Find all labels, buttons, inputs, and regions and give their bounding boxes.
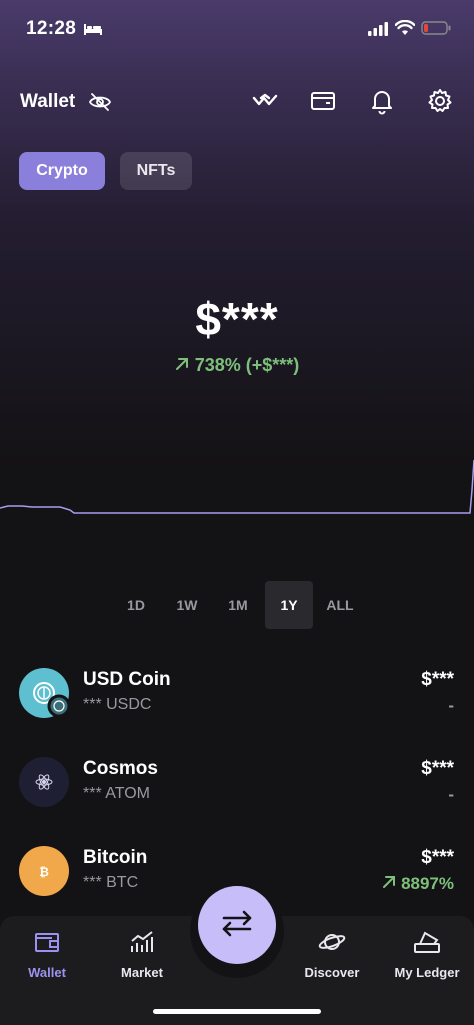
nav-my-ledger[interactable]: My Ledger: [380, 930, 474, 980]
header-gradient-background: [0, 0, 474, 470]
home-indicator: [153, 1009, 321, 1014]
range-1y[interactable]: 1Y: [265, 581, 313, 629]
asset-name: USD Coin: [83, 669, 171, 690]
swap-transfer-button[interactable]: [198, 886, 276, 964]
asset-name: Bitcoin: [83, 847, 148, 868]
portfolio-balance: $***: [195, 293, 279, 345]
planet-icon: [318, 934, 346, 958]
wallet-icon: [34, 933, 60, 958]
range-all[interactable]: ALL: [316, 581, 364, 629]
asset-change: -: [448, 696, 454, 715]
asset-change: 8897%: [382, 874, 454, 894]
portfolio-change: 738% (+$***): [0, 355, 474, 376]
nav-market-label: Market: [121, 965, 163, 980]
svg-text:₿: ₿: [39, 865, 49, 879]
hide-balance-eye-off-icon[interactable]: [88, 90, 112, 119]
nav-discover-label: Discover: [304, 965, 360, 980]
asset-name: Cosmos: [83, 758, 158, 779]
bed-icon: [83, 22, 103, 41]
range-1d[interactable]: 1D: [112, 581, 160, 629]
status-bar: 12:28: [0, 0, 474, 60]
cellular-signal-icon: [368, 22, 388, 41]
tab-nfts[interactable]: NFTs: [120, 152, 192, 190]
arrow-up-right-icon: [175, 355, 189, 376]
asset-value: $***: [421, 758, 454, 779]
cosmos-logo-icon: [19, 757, 69, 807]
asset-amount: *** ATOM: [83, 785, 150, 802]
asset-row-atom[interactable]: Cosmos *** ATOM $*** -: [0, 747, 474, 817]
wifi-icon: [394, 19, 416, 41]
portfolio-chart[interactable]: [0, 440, 474, 530]
change-amount: (+$***): [245, 355, 300, 375]
asset-value: $***: [421, 669, 454, 690]
asset-value: $***: [421, 847, 454, 868]
usdc-logo-icon: [19, 668, 71, 718]
range-1w[interactable]: 1W: [163, 581, 211, 629]
range-1m[interactable]: 1M: [214, 581, 262, 629]
battery-low-icon: [421, 21, 451, 40]
settings-gear-icon[interactable]: [426, 87, 454, 120]
asset-amount: *** BTC: [83, 874, 139, 891]
asset-change: -: [448, 785, 454, 804]
swap-arrows-icon: [220, 908, 254, 943]
asset-row-usdc[interactable]: USD Coin *** USDC $*** -: [0, 658, 474, 728]
time-range-selector: 1D 1W 1M 1Y ALL: [0, 581, 474, 629]
tab-crypto[interactable]: Crypto: [19, 152, 105, 190]
asset-amount: *** USDC: [83, 696, 152, 713]
notifications-bell-icon[interactable]: [368, 87, 396, 120]
nav-wallet-label: Wallet: [28, 965, 66, 980]
chart-line: [0, 459, 474, 514]
asset-change-value: 8897%: [401, 874, 454, 893]
nav-market[interactable]: Market: [95, 930, 189, 980]
nav-discover[interactable]: Discover: [285, 930, 379, 980]
bitcoin-logo-icon: ₿: [19, 846, 69, 896]
change-percent: 738%: [194, 355, 241, 375]
ledger-device-icon: [413, 931, 441, 958]
nav-wallet[interactable]: Wallet: [0, 930, 94, 980]
nav-my-ledger-label: My Ledger: [394, 965, 460, 980]
walletconnect-icon[interactable]: [251, 87, 279, 120]
market-chart-icon: [129, 931, 155, 958]
wallet-header: Wallet: [0, 82, 474, 122]
page-title: Wallet: [20, 91, 76, 112]
card-icon[interactable]: [309, 87, 337, 120]
arrow-up-right-icon: [382, 874, 396, 893]
status-time: 12:28: [26, 18, 77, 39]
